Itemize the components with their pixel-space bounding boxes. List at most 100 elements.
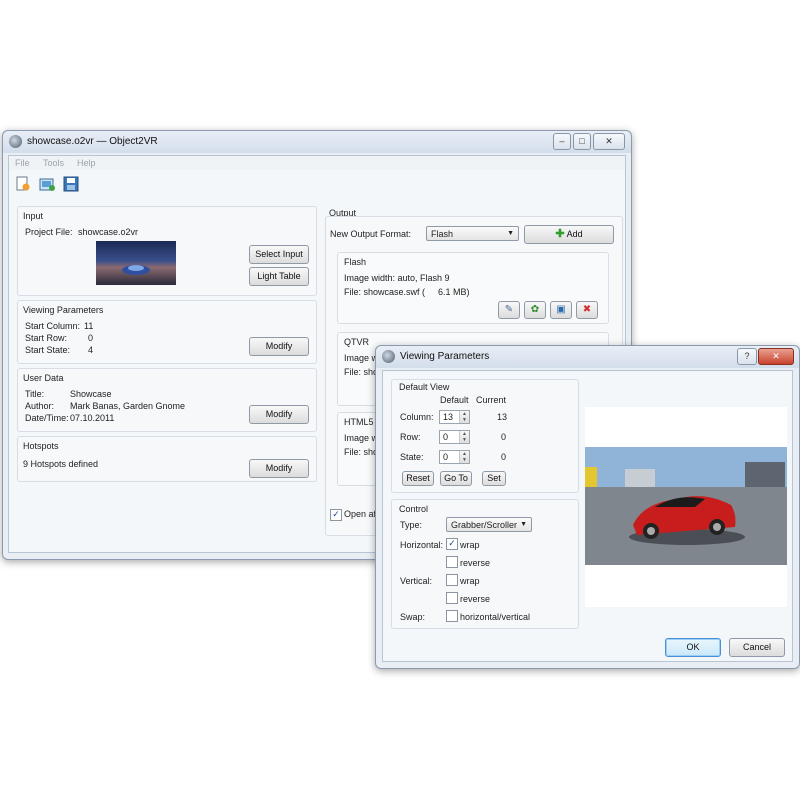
user-data-group: User Data Title: Showcase Author: Mark B… [17,368,317,432]
hotspots-group: Hotspots 9 Hotspots defined Modify [17,436,317,482]
save-project-icon[interactable] [63,176,79,192]
gear-icon[interactable]: ✿ [524,301,546,319]
start-state-value: 4 [88,345,94,355]
horizontal-label: Horizontal: [400,540,444,550]
close-button[interactable]: ✕ [593,133,625,150]
menubar: File Tools Help [9,156,625,170]
control-group: Control Type: Grabber/Scroller ▼ Horizon… [391,499,579,629]
row-default-value: 0 [443,432,449,442]
qtvr-line-1: Image w [344,353,379,363]
vertical-reverse-label: reverse [460,594,491,604]
html5-line-2: File: sho [344,447,379,457]
menu-help[interactable]: Help [77,158,96,168]
maximize-button[interactable]: □ [573,133,591,150]
car-preview-icon [585,447,787,565]
plus-icon: ✚ [555,228,565,240]
viewing-parameters-group: Viewing Parameters Start Column: 11 Star… [17,300,317,364]
input-group: Input Project File: showcase.o2vr Select… [17,206,317,296]
monitor-icon[interactable]: ▣ [550,301,572,319]
row-current-value: 0 [501,432,507,442]
control-title: Control [399,504,429,514]
default-column-header: Default [440,395,469,405]
row-default-input[interactable]: 0 ▲ ▼ [439,430,470,444]
column-default-input[interactable]: 13 ▲ ▼ [439,410,470,424]
default-view-group: Default View Default Current Column: 13 … [391,379,579,493]
start-state-label: Start State: [25,345,71,355]
object-preview-image[interactable] [585,407,787,607]
flash-size: 6.1 MB) [438,287,470,297]
date-label: Date/Time: [25,413,69,423]
viewing-modify-button[interactable]: Modify [249,337,309,356]
open-project-icon[interactable] [39,176,55,192]
delete-icon[interactable]: ✖ [576,301,598,319]
state-spin-icon[interactable]: ▲ ▼ [459,451,469,463]
dialog-title: Viewing Parameters [400,351,490,362]
user-data-modify-button[interactable]: Modify [249,405,309,424]
open-after-label: Open aft [344,509,379,519]
output-format-select[interactable]: Flash ▼ [426,226,519,241]
new-project-icon[interactable] [15,176,31,192]
type-label: Type: [400,520,423,530]
go-to-button[interactable]: Go To [440,471,472,486]
start-column-value: 11 [84,321,94,331]
light-table-button[interactable]: Light Table [249,267,309,286]
project-file-value: showcase.o2vr [78,227,139,237]
vertical-wrap-label: wrap [460,576,480,586]
start-row-label: Start Row: [25,333,68,343]
wrench-icon[interactable]: ✎ [498,301,520,319]
reset-button[interactable]: Reset [402,471,434,486]
dialog-app-icon [382,350,395,363]
hotspots-modify-button[interactable]: Modify [249,459,309,478]
flash-output-group: Flash Image width: auto, Flash 9 File: s… [337,252,609,324]
main-titlebar[interactable]: showcase.o2vr — Object2VR – □ ✕ [3,131,631,153]
app-icon [9,135,22,148]
horizontal-reverse-checkbox[interactable] [446,556,458,568]
qtvr-line-2: File: sho [344,367,379,377]
dialog-client: Default View Default Current Column: 13 … [382,370,793,662]
column-spin-icon[interactable]: ▲ ▼ [459,411,469,423]
project-file-label: Project File: [25,227,73,237]
dialog-titlebar[interactable]: Viewing Parameters ? ✕ [376,346,799,368]
state-current-value: 0 [501,452,507,462]
cancel-button[interactable]: Cancel [729,638,785,657]
output-format-value: Flash [431,229,454,239]
window-title: showcase.o2vr — Object2VR [27,136,158,147]
horizontal-wrap-checkbox[interactable]: ✓ [446,538,458,550]
swap-checkbox[interactable] [446,610,458,622]
author-value: Mark Banas, Garden Gnome [70,401,186,411]
hotspots-count: 9 Hotspots defined [23,459,99,469]
open-after-checkbox[interactable]: ✓ [330,509,342,521]
add-output-button[interactable]: ✚ Add [524,225,614,244]
menu-file[interactable]: File [15,158,30,168]
flash-line-1: Image width: auto, Flash 9 [344,273,450,283]
vertical-reverse-checkbox[interactable] [446,592,458,604]
select-input-button[interactable]: Select Input [249,245,309,264]
flash-line-2: File: showcase.swf ( [344,287,426,297]
column-current-value: 13 [497,412,508,422]
help-button[interactable]: ? [737,348,757,365]
column-label: Column: [400,412,434,422]
add-output-label: Add [566,229,583,239]
default-view-title: Default View [399,382,450,392]
control-type-select[interactable]: Grabber/Scroller ▼ [446,517,532,532]
vertical-wrap-checkbox[interactable] [446,574,458,586]
title-value: Showcase [70,389,112,399]
viewing-parameters-title: Viewing Parameters [23,305,104,315]
swap-label: Swap: [400,612,426,622]
state-default-input[interactable]: 0 ▲ ▼ [439,450,470,464]
new-output-format-label: New Output Format: [330,229,412,239]
chevron-down-icon: ▼ [507,230,514,237]
ok-button[interactable]: OK [665,638,721,657]
menu-tools[interactable]: Tools [43,158,64,168]
set-button[interactable]: Set [482,471,506,486]
dialog-close-button[interactable]: ✕ [758,348,794,365]
start-row-value: 0 [88,333,94,343]
flash-title: Flash [344,257,367,267]
state-label: State: [400,452,424,462]
input-group-title: Input [23,211,44,221]
minimize-button[interactable]: – [553,133,571,150]
input-thumbnail [96,241,176,285]
row-spin-icon[interactable]: ▲ ▼ [459,431,469,443]
current-column-header: Current [476,395,507,405]
state-default-value: 0 [443,452,449,462]
